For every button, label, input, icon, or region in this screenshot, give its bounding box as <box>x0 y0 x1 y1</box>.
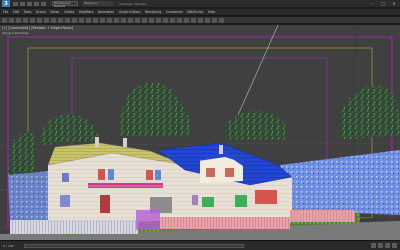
menu-bar: File Edit Tools Group Views Create Modifiers An… <box>0 9 400 16</box>
manipulate-icon[interactable] <box>107 17 112 23</box>
menu-item-maxscript[interactable]: MAXScript <box>187 10 203 14</box>
scale-icon[interactable] <box>86 17 91 23</box>
menu-item-file[interactable]: File <box>3 10 8 14</box>
maximize-icon[interactable]: □ <box>379 1 387 6</box>
viewport-label[interactable]: [+] [Camera001] [Realistic + Edged Faces… <box>2 26 73 30</box>
pan-icon[interactable] <box>378 243 383 248</box>
select-object-icon[interactable] <box>44 17 49 23</box>
menu-item-animation[interactable]: Animation <box>98 10 114 14</box>
window-controls: – □ ✕ <box>368 1 398 6</box>
menu-item-tools[interactable]: Tools <box>24 10 32 14</box>
ribbon-label: Polygon Modeling <box>2 31 29 35</box>
orbit-icon[interactable] <box>385 243 390 248</box>
new-file-icon[interactable] <box>13 1 18 6</box>
menu-item-help[interactable]: Help <box>208 10 215 14</box>
curve-editor-icon[interactable] <box>184 17 189 23</box>
close-icon[interactable]: ✕ <box>390 1 398 6</box>
app-logo-icon[interactable]: 3 <box>2 0 10 7</box>
camera-viewport[interactable]: [+] [Camera001] [Realistic + Edged Faces… <box>0 25 400 240</box>
unlink-icon[interactable] <box>23 17 28 23</box>
rectangle-select-icon[interactable] <box>58 17 63 23</box>
schematic-view-icon[interactable] <box>191 17 196 23</box>
named-selection-icon[interactable] <box>149 17 154 23</box>
selection-filter-icon[interactable] <box>37 17 42 23</box>
zoom-icon[interactable] <box>371 243 376 248</box>
menu-item-edit[interactable]: Edit <box>13 10 19 14</box>
quick-access-toolbar <box>13 1 46 6</box>
workspace-select[interactable]: Workspace: Default <box>52 1 78 8</box>
layer-explorer-icon[interactable] <box>170 17 175 23</box>
material-editor-icon[interactable] <box>198 17 203 23</box>
toggle-ribbon-icon[interactable] <box>177 17 182 23</box>
viewport-navigation <box>371 243 397 248</box>
snaps-icon[interactable] <box>121 17 126 23</box>
spinner-snap-icon[interactable] <box>142 17 147 23</box>
bind-space-warp-icon[interactable] <box>30 17 35 23</box>
percent-snap-icon[interactable] <box>135 17 140 23</box>
reference-coordinate-icon[interactable] <box>93 17 98 23</box>
link-icon[interactable] <box>16 17 21 23</box>
rendered-frame-icon[interactable] <box>212 17 217 23</box>
rotate-icon[interactable] <box>79 17 84 23</box>
title-bar: 3 Workspace: Default Default+ Autodesk 3… <box>0 0 400 8</box>
render-setup-icon[interactable] <box>205 17 210 23</box>
redo-icon[interactable] <box>41 1 46 6</box>
redo-icon[interactable] <box>9 17 14 23</box>
document-title-field[interactable]: Default+ <box>83 1 113 6</box>
keyboard-shortcut-icon[interactable] <box>114 17 119 23</box>
menu-item-rendering[interactable]: Rendering <box>145 10 161 14</box>
save-icon[interactable] <box>27 1 32 6</box>
menu-item-group[interactable]: Group <box>36 10 46 14</box>
undo-icon[interactable] <box>2 17 7 23</box>
menu-item-modifiers[interactable]: Modifiers <box>79 10 94 14</box>
status-bar: 0 / 100 <box>0 240 400 250</box>
render-icon[interactable] <box>219 17 224 23</box>
main-toolbar <box>0 17 400 24</box>
pivot-center-icon[interactable] <box>100 17 105 23</box>
open-file-icon[interactable] <box>20 1 25 6</box>
frame-counter: 0 / 100 <box>3 243 14 248</box>
time-slider[interactable] <box>23 243 244 248</box>
menu-item-customize[interactable]: Customize <box>166 10 183 14</box>
select-by-name-icon[interactable] <box>51 17 56 23</box>
menu-item-graph-editors[interactable]: Graph Editors <box>119 10 141 14</box>
minimize-icon[interactable]: – <box>368 1 376 6</box>
undo-icon[interactable] <box>34 1 39 6</box>
scene-render <box>0 25 400 240</box>
align-icon[interactable] <box>163 17 168 23</box>
move-icon[interactable] <box>72 17 77 23</box>
menu-item-create[interactable]: Create <box>64 10 75 14</box>
window-crossing-icon[interactable] <box>65 17 70 23</box>
menu-item-views[interactable]: Views <box>50 10 59 14</box>
mirror-icon[interactable] <box>156 17 161 23</box>
angle-snap-icon[interactable] <box>128 17 133 23</box>
window-title: Autodesk 3ds Max <box>119 1 147 6</box>
maximize-viewport-icon[interactable] <box>392 243 397 248</box>
